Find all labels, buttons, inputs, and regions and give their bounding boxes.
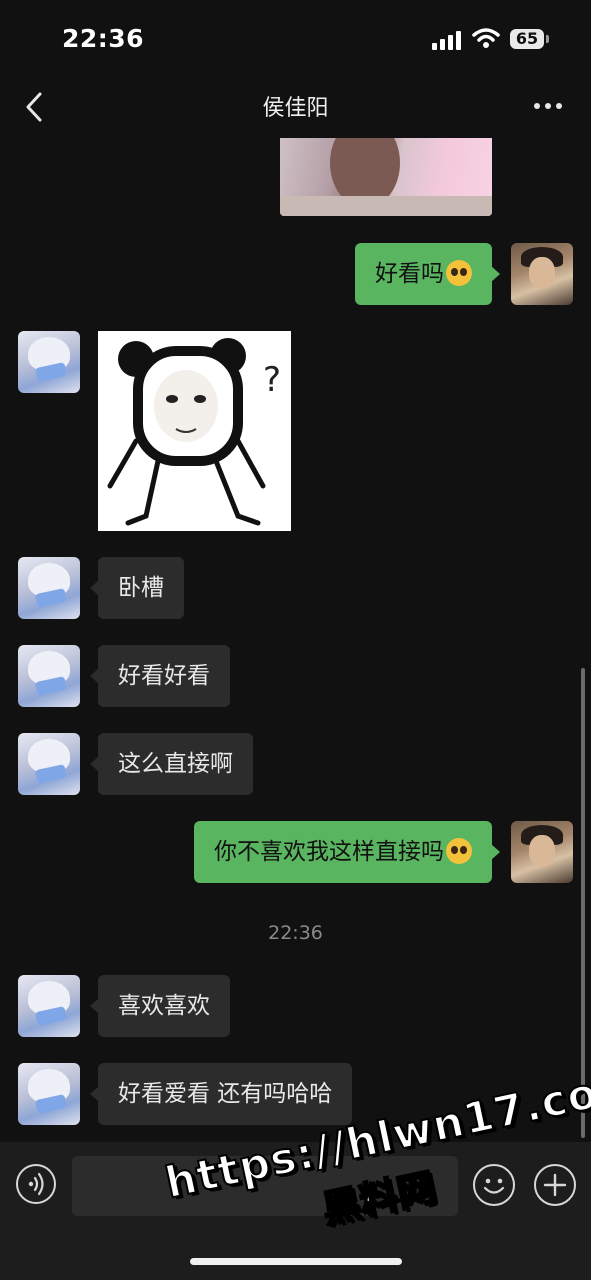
chat-header: 侯佳阳 [0,80,591,136]
message-text: 喜欢喜欢 [118,993,210,1019]
scrollbar[interactable] [581,668,585,1138]
status-time: 22:36 [62,24,145,53]
avatar-other[interactable] [18,645,80,707]
message-text: 好看吗 [375,261,444,287]
avatar-other[interactable] [18,975,80,1037]
svg-text:?: ? [263,360,281,400]
pleading-emoji-icon [446,259,472,286]
message-text: 你不喜欢我这样直接吗 [214,839,444,865]
battery-tip [546,35,549,43]
voice-icon[interactable] [16,1164,56,1204]
battery-icon: 65 [510,29,544,49]
message-bubble-self[interactable]: 好看吗 [355,243,500,305]
avatar-other[interactable] [18,557,80,619]
message-bubble-other[interactable]: 好看爱看 还有吗哈哈 [89,1063,353,1125]
message-bubble-other[interactable]: 好看好看 [90,645,230,707]
message-text: 好看爱看 还有吗哈哈 [118,1081,333,1107]
sticker-message[interactable]: ? [98,331,291,531]
avatar-other[interactable] [18,331,80,393]
message-bubble-other[interactable]: 卧槽 [90,557,184,619]
avatar-self[interactable] [511,243,573,305]
message-bubble-self[interactable]: 你不喜欢我这样直接吗 [194,821,500,883]
panda-meme-sticker: ? [107,338,281,526]
avatar-self[interactable] [511,821,573,883]
avatar-other[interactable] [18,733,80,795]
signal-icon [432,30,464,50]
message-text: 卧槽 [118,575,164,601]
message-bubble-other[interactable]: 这么直接啊 [90,733,253,795]
more-dots-icon[interactable] [532,100,564,112]
message-text: 好看好看 [118,663,210,689]
message-bubble-other[interactable]: 喜欢喜欢 [90,975,230,1037]
chat-title: 侯佳阳 [262,96,329,121]
pleading-emoji-icon [446,837,472,864]
status-bar: 22:36 65 [0,0,591,80]
message-text: 这么直接啊 [118,751,233,777]
avatar-other[interactable] [18,1063,80,1125]
wifi-icon [472,28,500,48]
photo-message[interactable] [280,138,492,216]
message-timestamp: 22:36 [268,922,323,944]
